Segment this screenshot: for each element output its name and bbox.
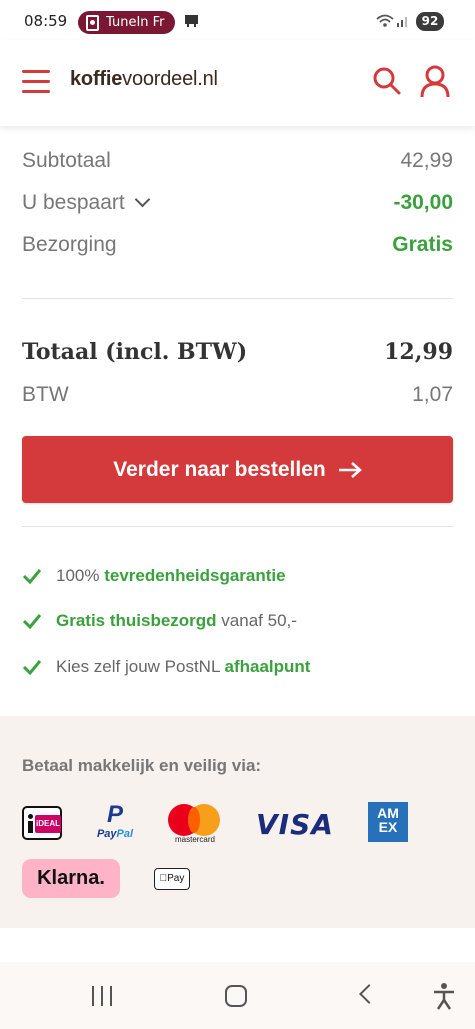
benefit-highlight[interactable]: Gratis thuisbezorgd [56,611,217,631]
klarna-logo: Klarna. [22,859,120,898]
user-account-icon[interactable] [420,65,450,99]
status-bar: 08:59 TuneIn Fr 92 [0,0,475,40]
vat-value: 1,07 [412,383,453,406]
system-navigation-bar [0,962,475,1029]
site-logo[interactable]: koffievoordeel.nl [70,68,218,91]
logo-bold: koffie [70,68,123,90]
benefit-prefix: 100% [56,566,105,585]
search-icon[interactable] [372,66,402,96]
apple-icon:  [160,873,168,884]
arrow-right-icon [338,461,362,478]
applepay-text: Pay [163,873,184,884]
benefit-item: Gratis thuisbezorgd vanaf 50,- [22,609,297,633]
total-label: Totaal (incl. BTW) [22,339,248,365]
signal-icon [397,17,407,27]
status-time: 08:59 [24,12,68,30]
continue-checkout-label: Verder naar bestellen [113,457,326,481]
mastercard-logo: mastercard [166,804,224,844]
paypal-text-a: Pay [96,828,117,840]
tunein-notification-pill[interactable]: TuneIn Fr [78,11,175,34]
total-value: 12,99 [384,339,453,365]
mastercard-text: mastercard [174,835,215,844]
benefit-suffix: vanaf 50,- [216,611,297,630]
vat-row: BTW 1,07 [22,380,453,410]
ideal-logo: iDEAL [22,806,62,840]
benefit-item: 100% tevredenheidsgarantie [22,564,286,588]
battery-indicator: 92 [416,12,444,31]
checkmark-icon [22,569,42,584]
tunein-icon [86,14,99,31]
benefit-highlight[interactable]: tevredenheidsgarantie [104,566,285,586]
divider [22,298,453,299]
chevron-down-icon[interactable] [134,191,151,208]
shipping-label: Bezorging [22,233,117,256]
visa-logo: VISA [256,808,334,841]
checkmark-icon [22,614,42,629]
wifi-icon [376,14,394,27]
recent-apps-icon[interactable] [92,986,114,1006]
shipping-value: Gratis [392,233,453,256]
savings-toggle[interactable]: U bespaart [22,191,151,215]
vat-label: BTW [22,383,69,406]
total-row: Totaal (incl. BTW) 12,99 [22,336,453,368]
continue-checkout-button[interactable]: Verder naar bestellen [22,436,453,503]
paypal-text-b: Pal [116,828,134,840]
benefit-prefix: Kies zelf jouw PostNL [56,657,225,676]
benefit-item: Kies zelf jouw PostNL afhaalpunt [22,655,310,679]
hamburger-menu-icon[interactable] [22,70,50,94]
savings-value: -30,00 [393,191,453,214]
subtotal-value: 42,99 [400,149,453,172]
logo-rest: voordeel.nl [122,68,218,90]
amex-line-2: EX [378,819,398,835]
ideal-text: iDEAL [35,815,61,833]
home-icon[interactable] [225,985,247,1007]
tunein-label: TuneIn Fr [106,15,165,30]
back-icon[interactable] [359,984,379,1004]
savings-row[interactable]: U bespaart -30,00 [22,188,453,218]
apple-pay-logo: Pay [154,868,190,890]
divider [22,526,453,527]
benefit-highlight[interactable]: afhaalpunt [225,657,311,677]
subtotal-row: Subtotaal 42,99 [22,146,453,176]
amex-line-1: AM [377,805,399,821]
payment-methods-title: Betaal makkelijk en veilig via: [22,756,262,775]
accessibility-icon[interactable] [432,982,456,1010]
site-header: koffievoordeel.nl [0,40,475,126]
subtotal-label: Subtotaal [22,149,111,172]
paypal-logo: P PayPal [96,801,134,841]
cast-icon [185,15,198,27]
shipping-row: Bezorging Gratis [22,230,453,260]
payment-methods-section: Betaal makkelijk en veilig via: iDEAL P … [0,716,475,928]
amex-logo: AM EX [368,802,408,842]
checkmark-icon [22,660,42,675]
savings-label: U bespaart [22,191,125,214]
